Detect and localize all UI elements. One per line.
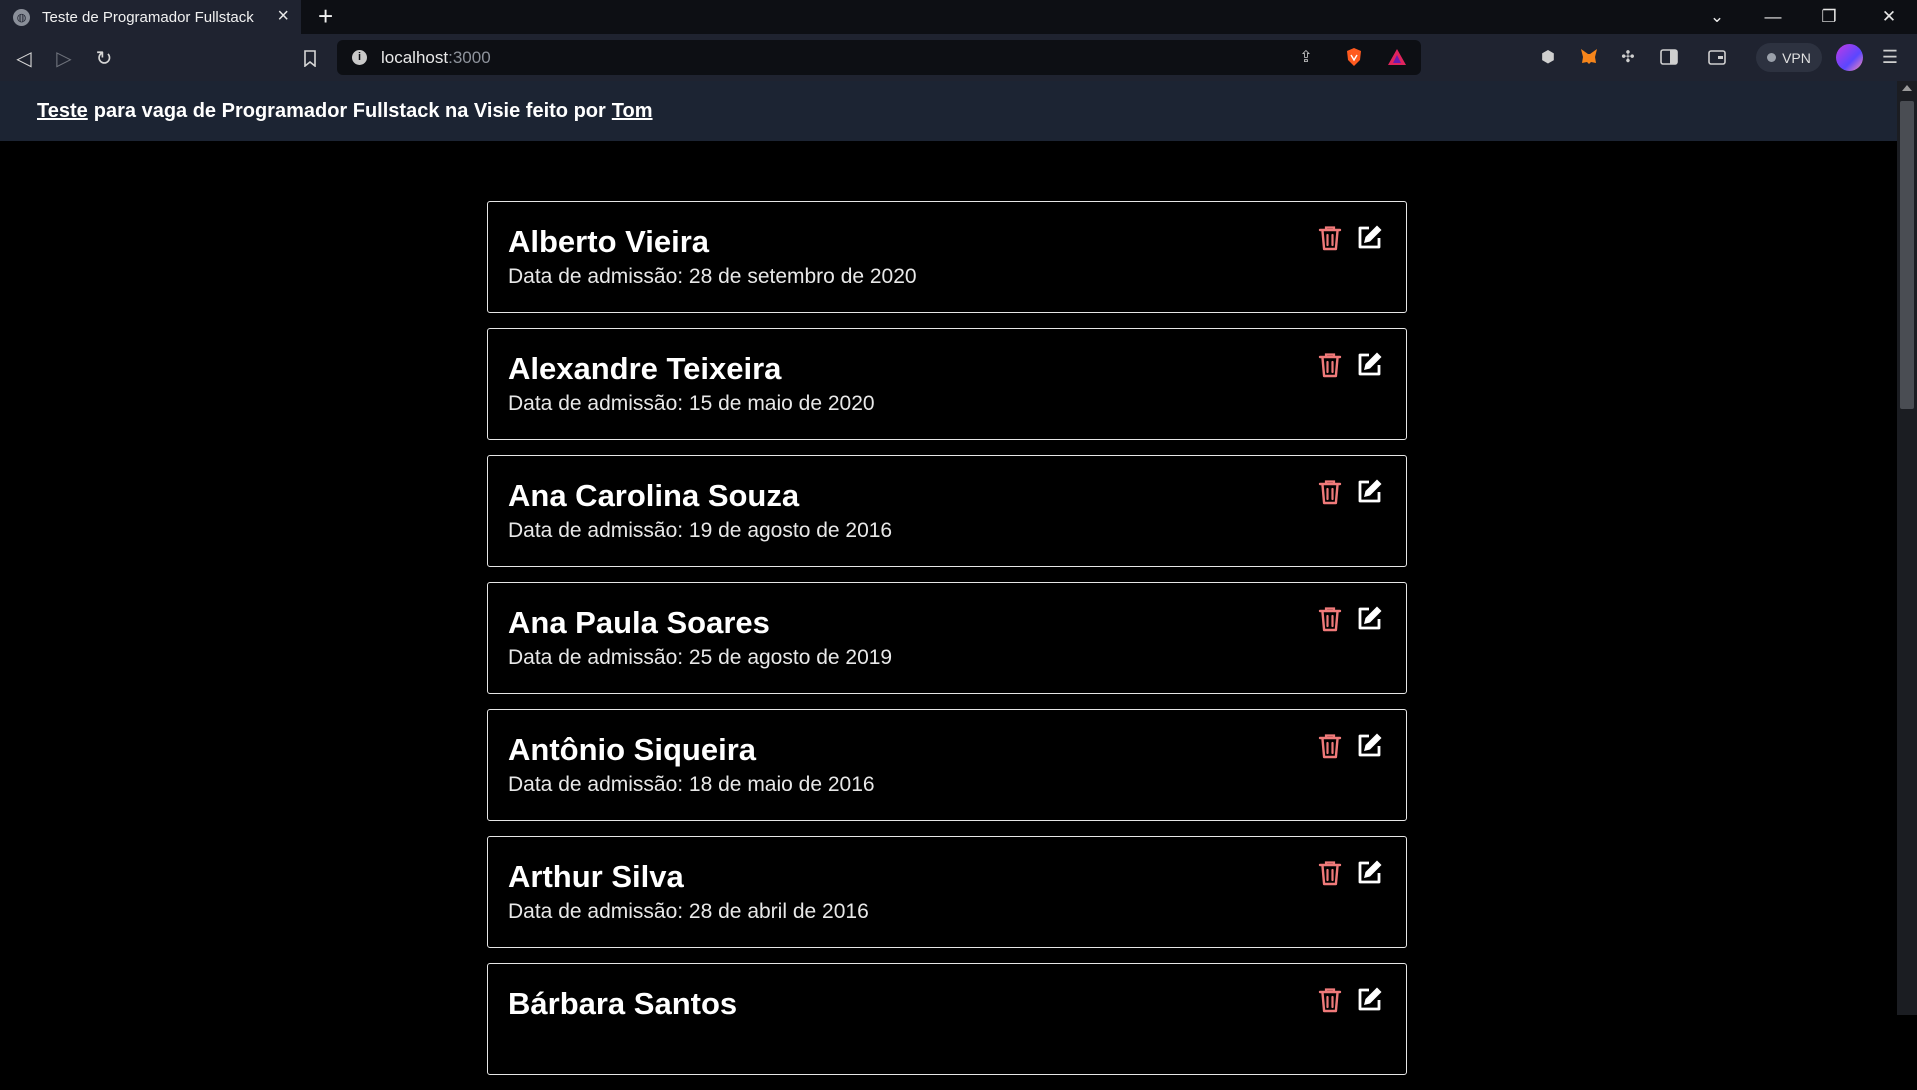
bookmark-icon[interactable]: [296, 44, 324, 72]
browser-tab[interactable]: ◍ Teste de Programador Fullstack ×: [0, 0, 301, 34]
trash-icon[interactable]: [1318, 987, 1342, 1013]
vpn-status-icon: [1767, 53, 1777, 62]
sidebar-icon[interactable]: [1658, 46, 1680, 68]
scrollbar[interactable]: [1897, 81, 1917, 1015]
employee-name: Alberto Vieira: [508, 224, 710, 259]
extension-cube-icon[interactable]: ⬢: [1537, 46, 1559, 68]
extensions-puzzle-icon[interactable]: ✣: [1617, 46, 1639, 68]
metamask-icon[interactable]: [1578, 46, 1600, 68]
globe-icon: ◍: [13, 8, 30, 26]
vpn-button[interactable]: VPN: [1756, 43, 1822, 72]
edit-icon[interactable]: [1357, 986, 1383, 1012]
new-tab-button[interactable]: +: [318, 2, 333, 30]
url-text[interactable]: localhost:3000: [381, 48, 491, 68]
share-icon[interactable]: ⇪: [1295, 46, 1317, 68]
close-window-button[interactable]: ✕: [1861, 0, 1917, 34]
menu-icon[interactable]: ☰: [1879, 46, 1901, 68]
scrollbar-thumb[interactable]: [1900, 101, 1914, 409]
tab-title: Teste de Programador Fullstack: [42, 8, 254, 26]
reload-icon[interactable]: ↻: [90, 44, 118, 72]
restore-button[interactable]: ❐: [1801, 0, 1857, 34]
url-port: :3000: [448, 48, 491, 67]
trash-icon[interactable]: [1318, 225, 1342, 251]
employee-card: Arthur Silva Data de admissão: 28 de abri…: [487, 836, 1407, 948]
minimize-button[interactable]: —: [1745, 0, 1801, 34]
employee-card: Alberto Vieira Data de admissão: 28 de se…: [487, 201, 1407, 313]
page-viewport: Teste para vaga de Programador Fullstack…: [0, 81, 1917, 1075]
browser-toolbar: ◁ ▷ ↻ i localhost:3000 ⇪ ⬢ ✣ VPN ☰: [0, 34, 1917, 81]
address-bar[interactable]: i localhost:3000 ⇪: [337, 40, 1421, 75]
employee-name: Ana Paula Soares: [508, 605, 770, 640]
edit-icon[interactable]: [1357, 732, 1383, 758]
employee-card: Antônio Siqueira Data de admissão: 18 de …: [487, 709, 1407, 821]
trash-icon[interactable]: [1318, 352, 1342, 378]
trash-icon[interactable]: [1318, 479, 1342, 505]
vpn-label: VPN: [1782, 49, 1811, 66]
site-info-icon[interactable]: i: [352, 50, 367, 65]
brave-shields-icon[interactable]: [1343, 46, 1365, 68]
employee-card: Ana Paula Soares Data de admissão: 25 de …: [487, 582, 1407, 694]
admission-date: Data de admissão: 28 de setembro de 2020: [508, 265, 917, 288]
url-host: localhost: [381, 48, 449, 67]
header-link-author[interactable]: Tom: [612, 100, 653, 123]
edit-icon[interactable]: [1357, 224, 1383, 250]
edit-icon[interactable]: [1357, 859, 1383, 885]
header-text: para vaga de Programador Fullstack na Vi…: [93, 99, 606, 122]
employee-name: Alexandre Teixeira: [508, 351, 782, 386]
forward-icon[interactable]: ▷: [50, 44, 78, 72]
brave-rewards-icon[interactable]: [1386, 46, 1408, 68]
profile-avatar[interactable]: [1836, 44, 1863, 71]
employee-list: Alberto Vieira Data de admissão: 28 de se…: [487, 201, 1407, 1090]
employee-card: Bárbara Santos: [487, 963, 1407, 1075]
admission-date: Data de admissão: 15 de maio de 2020: [508, 392, 875, 415]
employee-name: Arthur Silva: [508, 859, 684, 894]
admission-date: Data de admissão: 28 de abril de 2016: [508, 900, 869, 923]
header-link-teste[interactable]: Teste: [37, 100, 88, 123]
trash-icon[interactable]: [1318, 860, 1342, 886]
employee-name: Antônio Siqueira: [508, 732, 756, 767]
admission-date: Data de admissão: 18 de maio de 2016: [508, 773, 875, 796]
admission-date: Data de admissão: 25 de agosto de 2019: [508, 646, 893, 669]
wallet-icon[interactable]: [1706, 46, 1728, 68]
employee-card: Alexandre Teixeira Data de admissão: 15 d…: [487, 328, 1407, 440]
tab-search-icon[interactable]: ⌄: [1689, 0, 1745, 34]
close-tab-icon[interactable]: ×: [277, 6, 289, 26]
employee-name: Ana Carolina Souza: [508, 478, 800, 513]
scroll-up-icon[interactable]: [1902, 85, 1912, 91]
edit-icon[interactable]: [1357, 478, 1383, 504]
employee-card: Ana Carolina Souza Data de admissão: 19 d…: [487, 455, 1407, 567]
employee-name: Bárbara Santos: [508, 986, 738, 1021]
edit-icon[interactable]: [1357, 351, 1383, 377]
browser-tab-strip: ◍ Teste de Programador Fullstack × + ⌄ —…: [0, 0, 1917, 34]
page-header: Teste para vaga de Programador Fullstack…: [0, 81, 1897, 141]
admission-date: Data de admissão: 19 de agosto de 2016: [508, 519, 893, 542]
trash-icon[interactable]: [1318, 606, 1342, 632]
back-icon[interactable]: ◁: [10, 44, 38, 72]
trash-icon[interactable]: [1318, 733, 1342, 759]
edit-icon[interactable]: [1357, 605, 1383, 631]
